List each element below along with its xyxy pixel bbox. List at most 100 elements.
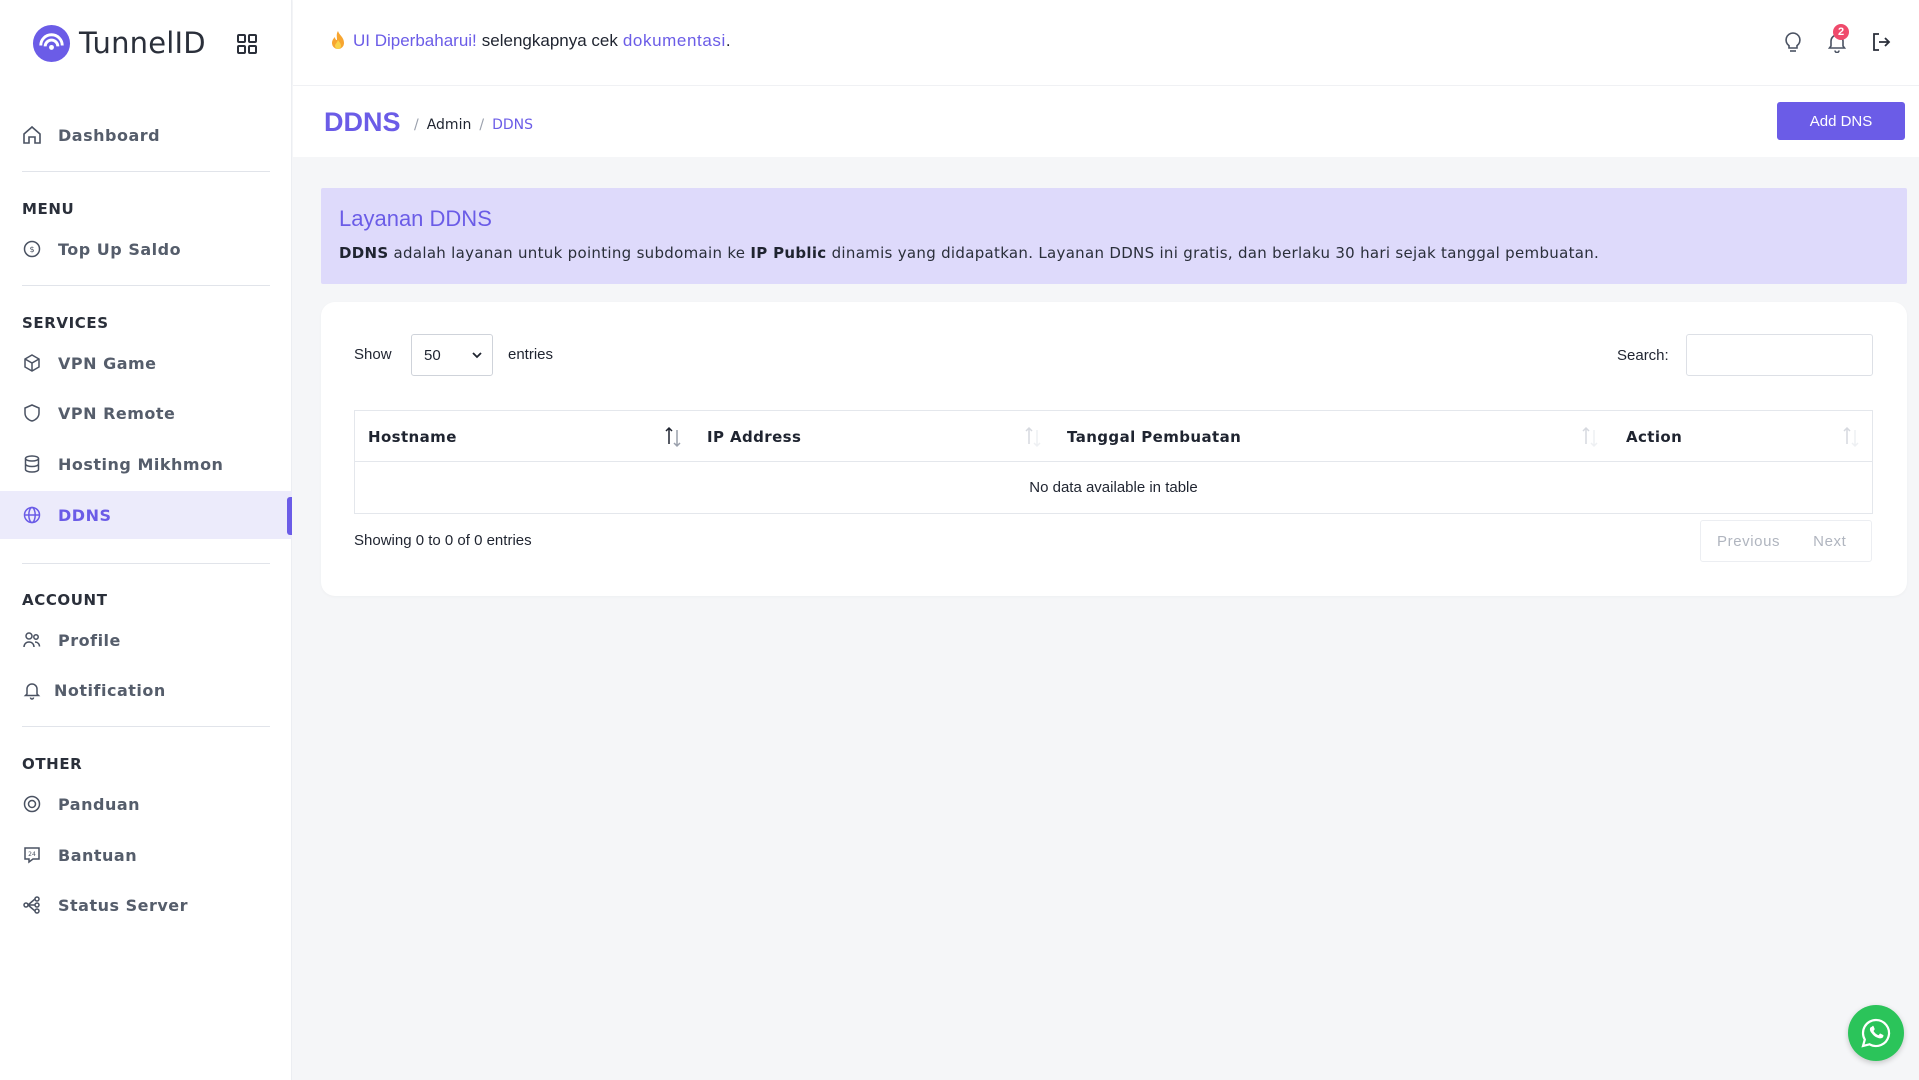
sidebar-item-hosting[interactable]: Hosting Mikhmon — [0, 440, 292, 488]
apps-grid-icon[interactable] — [236, 33, 258, 55]
sort-icon — [665, 426, 681, 448]
divider — [22, 285, 270, 286]
divider — [22, 171, 270, 172]
sidebar-item-vpn-remote[interactable]: VPN Remote — [0, 389, 292, 437]
column-header-tanggal-pembuatan[interactable]: Tanggal Pembuatan — [1067, 411, 1241, 462]
page-header: DDNS / Admin / DDNS — [293, 85, 1919, 157]
table-info: Showing 0 to 0 of 0 entries — [354, 532, 532, 549]
documentation-link[interactable]: dokumentasi — [623, 31, 726, 51]
notification-badge: 2 — [1833, 24, 1849, 40]
empty-message: No data available in table — [1029, 479, 1198, 496]
sidebar-item-dashboard[interactable]: Dashboard — [0, 111, 292, 159]
next-button[interactable]: Next — [1813, 533, 1846, 550]
topbar: UI Diperbaharui! selengkapnya cek dokume… — [293, 0, 1919, 85]
breadcrumb-separator: / — [479, 117, 485, 133]
page-size-select[interactable]: 50 — [411, 334, 493, 376]
breadcrumb-item-admin[interactable]: Admin — [427, 117, 472, 133]
search-input[interactable] — [1686, 334, 1873, 376]
add-dns-button[interactable]: Add DNS — [1777, 102, 1905, 140]
info-description: DDNS adalah layanan untuk pointing subdo… — [339, 244, 1599, 262]
whatsapp-icon — [1861, 1018, 1891, 1048]
search-label: Search: — [1617, 347, 1669, 364]
column-label: Action — [1626, 427, 1683, 446]
page-size-value: 50 — [424, 346, 441, 364]
column-header-action[interactable]: Action — [1626, 411, 1682, 462]
divider — [22, 563, 270, 564]
info-text-2: dinamis yang didapatkan. Layanan DDNS in… — [831, 244, 1600, 262]
show-label: Show — [354, 346, 392, 363]
sidebar-item-ddns[interactable]: DDNS — [0, 491, 292, 539]
ddns-table-card: Show 50 entries Search: Hostname IP Addr… — [321, 302, 1907, 596]
sidebar-item-label: Profile — [58, 630, 121, 650]
info-bold-ddns: DDNS — [339, 244, 389, 262]
sidebar-item-label: VPN Game — [58, 353, 157, 373]
sidebar-item-vpn-game[interactable]: VPN Game — [0, 339, 292, 387]
support-24-icon: 24 — [22, 845, 42, 865]
svg-text:$: $ — [29, 245, 34, 254]
info-title: Layanan DDNS — [339, 206, 492, 231]
sidebar-item-panduan[interactable]: Panduan — [0, 780, 292, 828]
database-icon — [22, 454, 42, 474]
sidebar-item-label: Top Up Saldo — [58, 239, 182, 259]
whatsapp-button[interactable] — [1848, 1005, 1904, 1061]
section-title-account: ACCOUNT — [22, 591, 108, 609]
sidebar-item-label: DDNS — [58, 505, 112, 525]
globe-icon — [22, 505, 42, 525]
section-title-services: SERVICES — [22, 314, 109, 332]
announcement-highlight: UI Diperbaharui! — [353, 31, 477, 50]
pagination: Previous Next — [1700, 520, 1872, 562]
sidebar-item-label: Bantuan — [58, 845, 138, 865]
sidebar-item-label: Hosting Mikhmon — [58, 454, 224, 474]
logout-icon[interactable] — [1870, 31, 1892, 53]
sidebar-item-bantuan[interactable]: 24 Bantuan — [0, 831, 292, 879]
sort-icon — [1843, 426, 1859, 448]
sort-icon — [1582, 426, 1598, 448]
column-label: Hostname — [368, 427, 457, 446]
home-icon — [22, 125, 42, 145]
svg-text:24: 24 — [28, 851, 36, 858]
sidebar-item-label: Panduan — [58, 794, 141, 814]
announcement-end: . — [725, 31, 731, 50]
brand[interactable]: TunnelID — [32, 22, 206, 64]
announcement: UI Diperbaharui! selengkapnya cek dokume… — [329, 30, 731, 52]
divider — [22, 726, 270, 727]
coin-icon: $ — [22, 239, 42, 259]
entries-label: entries — [508, 346, 554, 363]
shield-icon — [22, 403, 42, 423]
sidebar: TunnelID Dashboard MENU $ Top Up Saldo S… — [0, 0, 292, 1080]
table-header: Hostname IP Address Tanggal Pembuatan Ac… — [355, 411, 1872, 462]
sort-icon — [1025, 426, 1041, 448]
section-title-menu: MENU — [22, 200, 75, 218]
sidebar-item-topup[interactable]: $ Top Up Saldo — [0, 225, 292, 273]
lightbulb-icon[interactable] — [1782, 31, 1804, 53]
sidebar-item-status-server[interactable]: Status Server — [0, 881, 292, 929]
lifebuoy-icon — [22, 794, 42, 814]
sidebar-item-label: Status Server — [58, 895, 189, 915]
tunnel-logo-icon — [32, 24, 71, 62]
breadcrumb-separator: / — [414, 117, 419, 133]
cube-icon — [22, 353, 42, 373]
ddns-table: Hostname IP Address Tanggal Pembuatan Ac… — [354, 410, 1873, 514]
column-header-ip-address[interactable]: IP Address — [707, 411, 801, 462]
announcement-text: selengkapnya cek — [481, 31, 618, 50]
sidebar-item-profile[interactable]: Profile — [0, 616, 292, 664]
network-icon — [22, 895, 42, 915]
table-empty-row: No data available in table — [355, 462, 1872, 513]
chevron-down-icon — [472, 352, 482, 359]
sidebar-item-label: Dashboard — [58, 125, 161, 145]
bell-icon — [22, 680, 42, 700]
fire-icon — [332, 31, 344, 49]
breadcrumb-item-ddns: DDNS — [492, 117, 533, 133]
sidebar-item-label: Notification — [54, 680, 166, 700]
breadcrumb: / Admin / DDNS — [414, 117, 533, 133]
column-header-hostname[interactable]: Hostname — [368, 411, 457, 462]
brand-name: TunnelID — [79, 26, 206, 60]
info-bold-ip: IP Public — [750, 244, 827, 262]
column-label: IP Address — [707, 427, 802, 446]
section-title-other: OTHER — [22, 755, 83, 773]
column-label: Tanggal Pembuatan — [1067, 427, 1242, 446]
sidebar-item-label: VPN Remote — [58, 403, 176, 423]
previous-button[interactable]: Previous — [1717, 533, 1780, 550]
info-alert: Layanan DDNS DDNS adalah layanan untuk p… — [321, 188, 1907, 284]
sidebar-item-notification[interactable]: Notification — [0, 666, 292, 714]
